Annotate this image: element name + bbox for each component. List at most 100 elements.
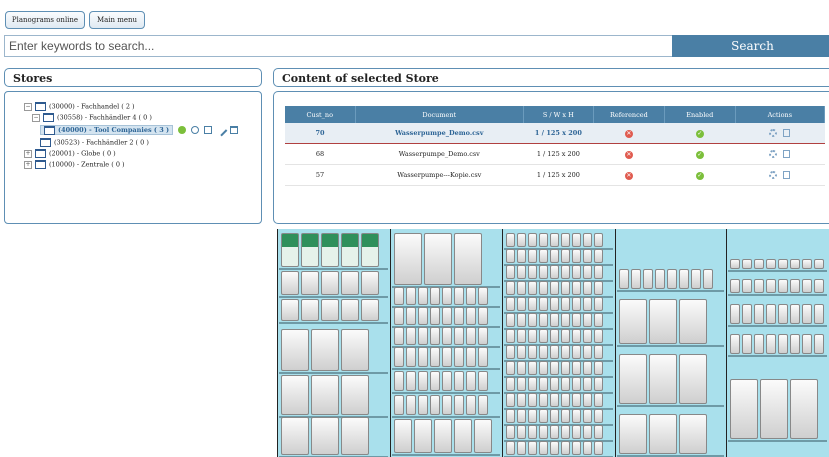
column-header[interactable]: Cust_no xyxy=(285,106,356,123)
actions-cell xyxy=(735,143,825,165)
document-cell[interactable]: Wasserpumpe---Kopie.csv xyxy=(355,164,524,186)
tree-node-10000[interactable]: + (10000) - Zentrale ( 0 ) xyxy=(24,160,125,169)
expand-icon[interactable]: + xyxy=(24,160,32,169)
enabled-check-icon[interactable]: ✓ xyxy=(695,150,704,159)
enable-icon[interactable] xyxy=(178,126,187,134)
tree-node-selected[interactable]: (40000) - Tool Companies ( 3 ) xyxy=(40,125,174,135)
planogram-product xyxy=(418,395,428,415)
planogram-shelf xyxy=(279,372,388,374)
tree-node-30000[interactable]: − (30000) - Fachhandel ( 2 ) xyxy=(24,102,135,111)
list-icon[interactable] xyxy=(783,150,791,158)
enabled-cell: ✓ xyxy=(664,143,736,165)
planogram-product xyxy=(550,313,559,327)
cust-no-cell: 57 xyxy=(285,164,356,186)
planogram-product xyxy=(517,265,526,279)
planogram-product xyxy=(594,377,603,391)
tree-node-40000[interactable]: (40000) - Tool Companies ( 3 ) xyxy=(40,123,239,137)
column-header[interactable]: S / W x H xyxy=(523,106,594,123)
planogram-product xyxy=(539,393,548,407)
edit-icon[interactable] xyxy=(215,123,228,137)
planogram-product xyxy=(454,287,464,305)
planogram-product xyxy=(394,307,404,325)
tree-node-20001[interactable]: + (20001) - Globe ( 0 ) xyxy=(24,149,116,158)
planogram-product xyxy=(394,233,422,285)
planogram-product xyxy=(301,233,319,267)
column-header[interactable]: Document xyxy=(355,106,524,123)
planogram-product xyxy=(561,345,570,359)
planogram-product xyxy=(528,297,537,311)
settings-icon[interactable] xyxy=(769,171,778,179)
planogram-preview[interactable] xyxy=(277,229,829,457)
planogram-product xyxy=(742,259,752,269)
settings-icon[interactable] xyxy=(769,129,778,137)
planogram-product xyxy=(754,334,764,354)
planogram-product xyxy=(778,279,788,293)
planogram-product xyxy=(814,279,824,293)
planogram-product xyxy=(454,347,464,367)
planogram-product xyxy=(583,361,592,375)
planogram-product xyxy=(667,269,677,289)
column-header[interactable]: Referenced xyxy=(593,106,665,123)
planogram-product xyxy=(550,361,559,375)
planogram-product xyxy=(594,233,603,247)
list-icon[interactable] xyxy=(783,171,791,179)
folder-icon xyxy=(40,138,51,147)
table-row[interactable]: 68 Wasserpumpe_Demo.csv 1 / 125 x 200 ✕ … xyxy=(285,143,825,165)
planogram-product xyxy=(802,279,812,293)
planogram-product xyxy=(561,265,570,279)
planogram-product xyxy=(754,304,764,324)
planogram-product xyxy=(528,265,537,279)
enabled-check-icon[interactable]: ✓ xyxy=(695,129,704,138)
document-cell[interactable]: Wasserpumpe_Demo.csv xyxy=(355,123,524,144)
planogram-product xyxy=(506,393,515,407)
search-input[interactable]: Enter keywords to search... xyxy=(4,35,676,57)
planogram-product xyxy=(528,329,537,343)
tree-node-30523[interactable]: (30523) - Fachhändler 2 ( 0 ) xyxy=(40,138,149,147)
planogram-product xyxy=(506,329,515,343)
column-header[interactable]: Actions xyxy=(735,106,826,123)
search-button[interactable]: Search xyxy=(672,35,829,57)
planogram-product xyxy=(550,409,559,423)
planogram-product xyxy=(528,345,537,359)
settings-icon[interactable] xyxy=(769,150,778,158)
planogram-product xyxy=(754,259,764,269)
table-row[interactable]: 57 Wasserpumpe---Kopie.csv 1 / 125 x 200… xyxy=(285,164,825,186)
view-icon[interactable] xyxy=(191,126,200,134)
planogram-shelf xyxy=(728,325,827,327)
planogram-product xyxy=(583,297,592,311)
column-header[interactable]: Enabled xyxy=(664,106,736,123)
planogram-product xyxy=(802,334,812,354)
collapse-icon[interactable]: − xyxy=(32,113,40,122)
planograms-online-button[interactable]: Planograms online xyxy=(5,11,85,29)
planogram-product xyxy=(394,287,404,305)
document-icon[interactable] xyxy=(204,126,213,134)
delete-icon[interactable] xyxy=(230,126,239,134)
list-icon[interactable] xyxy=(783,129,791,137)
planogram-product xyxy=(281,417,309,455)
planogram-product xyxy=(418,327,428,345)
stores-panel-header: Stores xyxy=(4,68,262,87)
planogram-product xyxy=(583,233,592,247)
planogram-product xyxy=(442,307,452,325)
planogram-product xyxy=(321,299,339,321)
expand-icon[interactable]: + xyxy=(24,149,32,158)
planogram-product xyxy=(361,299,379,321)
planogram-product xyxy=(594,441,603,455)
collapse-icon[interactable]: − xyxy=(24,102,32,111)
table-row[interactable]: 70 Wasserpumpe_Demo.csv 1 / 125 x 200 ✕ … xyxy=(285,123,825,144)
planogram-product xyxy=(321,233,339,267)
planogram-product xyxy=(478,395,488,415)
planogram-product xyxy=(466,287,476,305)
planogram-product xyxy=(550,297,559,311)
main-menu-button[interactable]: Main menu xyxy=(89,11,145,29)
size-cell: 1 / 125 x 200 xyxy=(523,143,594,165)
document-cell[interactable]: Wasserpumpe_Demo.csv xyxy=(355,143,524,165)
planogram-product xyxy=(442,347,452,367)
planogram-product xyxy=(572,441,581,455)
planogram-product xyxy=(594,361,603,375)
planogram-product xyxy=(594,345,603,359)
tree-node-30558[interactable]: − (30558) - Fachhändler 4 ( 0 ) xyxy=(32,113,152,122)
planogram-product xyxy=(561,377,570,391)
planogram-product xyxy=(430,287,440,305)
enabled-check-icon[interactable]: ✓ xyxy=(695,171,704,180)
